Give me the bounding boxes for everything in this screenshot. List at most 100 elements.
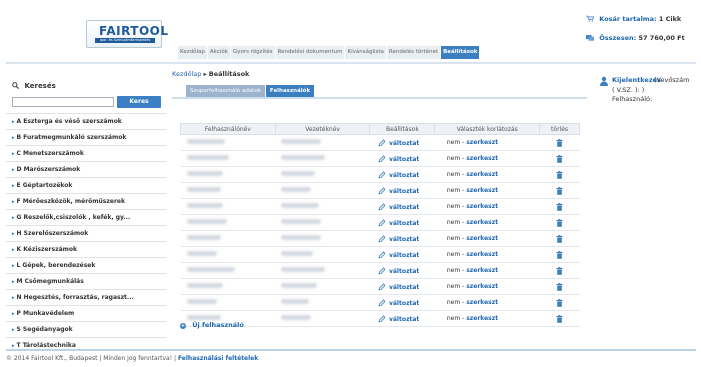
trash-icon[interactable] — [556, 138, 563, 147]
change-link[interactable]: változtat — [389, 140, 419, 147]
username-cell — [180, 166, 276, 183]
tab-superuser-data[interactable]: Szuperfelhasználó adatok — [186, 85, 265, 97]
search-input[interactable] — [12, 97, 114, 107]
breadcrumb-current: Beállítások — [208, 70, 250, 78]
pencil-icon — [378, 218, 386, 227]
edit-limit-link[interactable]: szerkeszt — [466, 235, 498, 242]
trash-icon[interactable] — [556, 266, 563, 275]
limit-status: nem — [446, 315, 461, 322]
category-item[interactable]: ▸ E Géptartozékok — [6, 177, 166, 193]
change-link[interactable]: változtat — [389, 284, 419, 291]
header: FAIRTOOL Ipar- és Szerszámkereskedés Kez… — [6, 4, 696, 59]
nav-wishlist[interactable]: Kívánságlista — [345, 46, 387, 59]
redacted-lastname — [281, 187, 312, 192]
change-link[interactable]: változtat — [389, 252, 419, 259]
trash-icon[interactable] — [556, 154, 563, 163]
arrow-right-icon: ▸ — [12, 263, 15, 269]
edit-limit-link[interactable]: szerkeszt — [466, 187, 498, 194]
change-link[interactable]: változtat — [389, 204, 419, 211]
trash-icon[interactable] — [556, 250, 563, 259]
cart-summary[interactable]: Kosár tartalma: 1 Cikk — [586, 15, 681, 23]
lastname-cell — [275, 182, 370, 199]
redacted-username — [186, 299, 217, 304]
change-link[interactable]: változtat — [389, 300, 419, 307]
change-link[interactable]: változtat — [389, 172, 419, 179]
delete-cell — [539, 294, 580, 311]
edit-limit-link[interactable]: szerkeszt — [466, 171, 498, 178]
arrow-right-icon: ▸ — [12, 183, 15, 189]
lastname-cell — [275, 230, 370, 247]
category-item[interactable]: ▸ S Segédanyagok — [6, 321, 166, 337]
category-item[interactable]: ▸ K Kéziszerszámok — [6, 241, 166, 257]
page: FAIRTOOL Ipar- és Szerszámkereskedés Kez… — [6, 4, 696, 362]
trash-icon[interactable] — [556, 282, 563, 291]
username-cell — [180, 230, 276, 247]
category-item[interactable]: ▸ L Gépek, berendezések — [6, 257, 166, 273]
nav-quick-entry[interactable]: Gyors rögzítés — [230, 46, 276, 59]
category-label: C Menetszerszámok — [16, 150, 84, 157]
trash-icon[interactable] — [556, 170, 563, 179]
limit-status: nem — [446, 251, 461, 258]
users-table: Felhasználónév Vezetéknév Beállítások Vá… — [180, 123, 580, 327]
category-item[interactable]: ▸ A Esztergа és véső szerszámok — [6, 113, 166, 129]
delete-cell — [539, 150, 580, 167]
category-item[interactable]: ▸ D Marószerszámok — [6, 161, 166, 177]
category-label: B Furatmegmunkáló szerszámok — [16, 134, 127, 141]
category-item[interactable]: ▸ C Menetszerszámok — [6, 145, 166, 161]
change-link[interactable]: változtat — [389, 316, 419, 323]
category-item[interactable]: ▸ N Hegesztés, forrasztás, ragaszt... — [6, 289, 166, 305]
terms-link[interactable]: Felhasználási feltételek — [178, 355, 258, 362]
redacted-username — [186, 235, 221, 240]
category-label: E Géptartozékok — [16, 182, 73, 189]
edit-limit-link[interactable]: szerkeszt — [466, 139, 498, 146]
table-row: változtat nem - szerkeszt — [180, 182, 580, 199]
arrow-right-icon: ▸ — [12, 231, 15, 237]
limit-cell: nem - szerkeszt — [434, 214, 540, 231]
category-item[interactable]: ▸ M Csőmegmunkálás — [6, 273, 166, 289]
category-item[interactable]: ▸ P Munkavédelem — [6, 305, 166, 321]
change-link[interactable]: változtat — [389, 220, 419, 227]
edit-limit-link[interactable]: szerkeszt — [466, 155, 498, 162]
edit-limit-link[interactable]: szerkeszt — [466, 203, 498, 210]
edit-limit-link[interactable]: szerkeszt — [466, 219, 498, 226]
edit-limit-link[interactable]: szerkeszt — [466, 267, 498, 274]
settings-cell: változtat — [369, 182, 435, 199]
edit-limit-link[interactable]: szerkeszt — [466, 251, 498, 258]
category-item[interactable]: ▸ H Szerelőszerszámok — [6, 225, 166, 241]
trash-icon[interactable] — [556, 218, 563, 227]
change-link[interactable]: változtat — [389, 156, 419, 163]
tab-users[interactable]: Felhasználók — [265, 85, 315, 97]
logo[interactable]: FAIRTOOL Ipar- és Szerszámkereskedés — [86, 20, 168, 48]
footer-divider — [6, 349, 696, 351]
trash-icon[interactable] — [556, 234, 563, 243]
edit-limit-link[interactable]: szerkeszt — [466, 315, 498, 322]
nav-home[interactable]: Kezdőlap — [178, 46, 208, 59]
nav-deals[interactable]: Akciók — [207, 46, 231, 59]
trash-icon[interactable] — [556, 298, 563, 307]
pencil-icon — [378, 170, 386, 179]
trash-icon[interactable] — [556, 186, 563, 195]
limit-status: nem — [446, 283, 461, 290]
category-item[interactable]: ▸ B Furatmegmunkáló szerszámok — [6, 129, 166, 145]
trash-icon[interactable] — [556, 202, 563, 211]
settings-cell: változtat — [369, 278, 435, 295]
change-link[interactable]: változtat — [389, 188, 419, 195]
breadcrumb-home[interactable]: Kezdőlap — [172, 70, 201, 78]
redacted-username — [186, 251, 217, 256]
redacted-username — [186, 187, 221, 192]
nav-order-history[interactable]: Rendelés történet — [386, 46, 442, 59]
arrow-right-icon: ▸ — [12, 199, 15, 205]
edit-limit-link[interactable]: szerkeszt — [466, 283, 498, 290]
nav-settings[interactable]: Beállítások — [441, 46, 481, 59]
change-link[interactable]: változtat — [389, 268, 419, 275]
redacted-lastname — [281, 299, 310, 304]
new-user-link[interactable]: + Új felhasználó — [180, 321, 244, 329]
category-item[interactable]: ▸ F Mérőeszközök, mérőműszerek — [6, 193, 166, 209]
search-button[interactable]: Keres — [117, 96, 161, 108]
category-item[interactable]: ▸ G Reszelők,csiszolók , kefék, gy... — [6, 209, 166, 225]
cart-value: 1 Cikk — [658, 15, 682, 23]
edit-limit-link[interactable]: szerkeszt — [466, 299, 498, 306]
change-link[interactable]: változtat — [389, 236, 419, 243]
nav-order-document[interactable]: Rendelési dokumentum — [275, 46, 346, 59]
trash-icon[interactable] — [556, 314, 563, 323]
